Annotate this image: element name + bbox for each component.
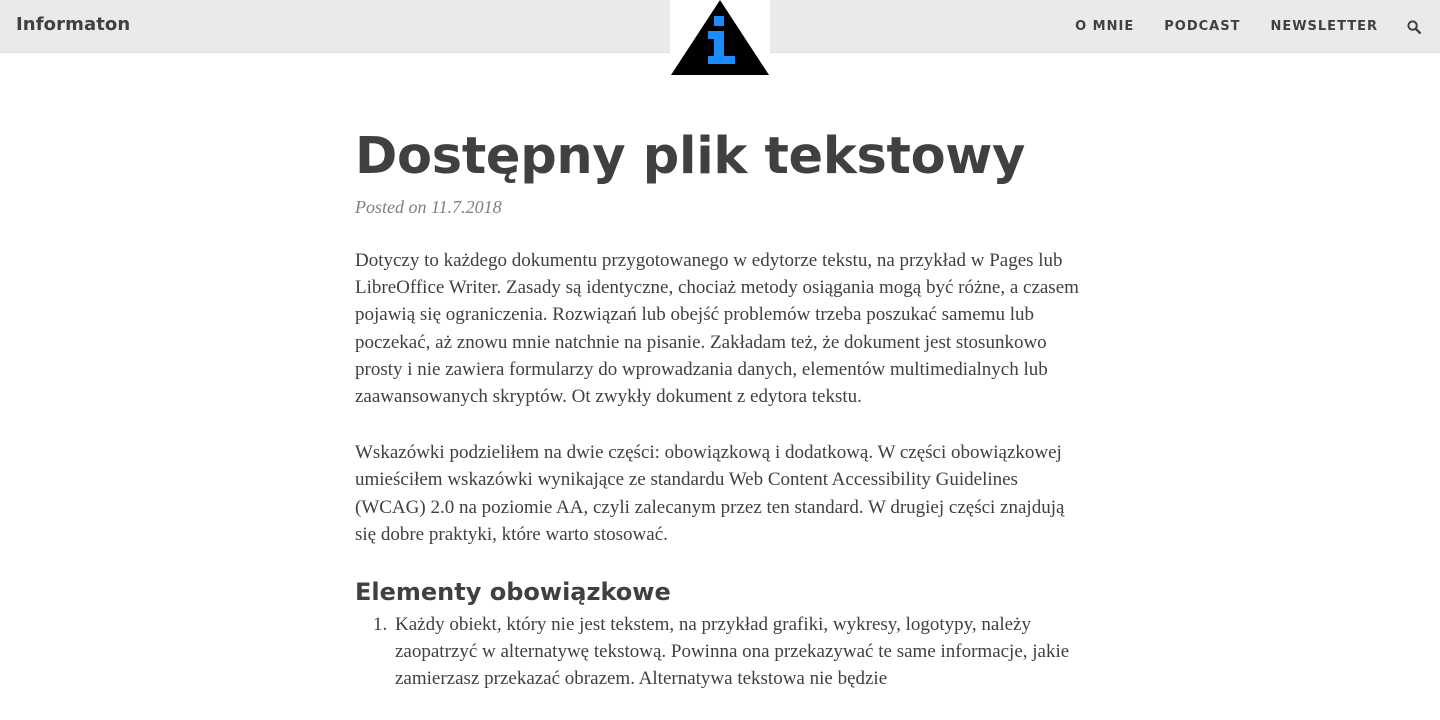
info-triangle-logo-icon <box>671 0 769 75</box>
blog-post: Dostępny plik tekstowy Posted on 11.7.20… <box>355 124 1085 692</box>
section-heading: Elementy obowiązkowe <box>355 578 671 607</box>
search-button[interactable] <box>1406 19 1422 35</box>
list-item-text: Każdy obiekt, który nie jest tekstem, na… <box>395 614 1070 690</box>
paragraph-intro: Dotyczy to każdego dokumentu przygotowan… <box>355 250 1079 408</box>
list-item: 1. Każdy obiekt, który nie jest tekstem,… <box>355 611 1085 692</box>
main-nav: O MNIE PODCAST NEWSLETTER <box>1075 0 1440 53</box>
list-item-number: 1. <box>373 614 388 636</box>
search-icon <box>1407 19 1421 34</box>
nav-link-podcast[interactable]: PODCAST <box>1164 19 1240 34</box>
nav-link-newsletter[interactable]: NEWSLETTER <box>1270 19 1378 34</box>
site-logo-link[interactable] <box>670 0 770 75</box>
post-title: Dostępny plik tekstowy <box>355 127 1026 186</box>
nav-link-o-mnie[interactable]: O MNIE <box>1075 19 1134 34</box>
site-brand-link[interactable]: Informaton <box>16 14 130 35</box>
post-body: Dotyczy to każdego dokumentu przygotowan… <box>355 247 1085 692</box>
paragraph-structure: Wskazówki podzieliłem na dwie części: ob… <box>355 442 1065 545</box>
requirements-list: 1. Każdy obiekt, który nie jest tekstem,… <box>355 611 1085 692</box>
post-date: Posted on 11.7.2018 <box>355 197 502 217</box>
